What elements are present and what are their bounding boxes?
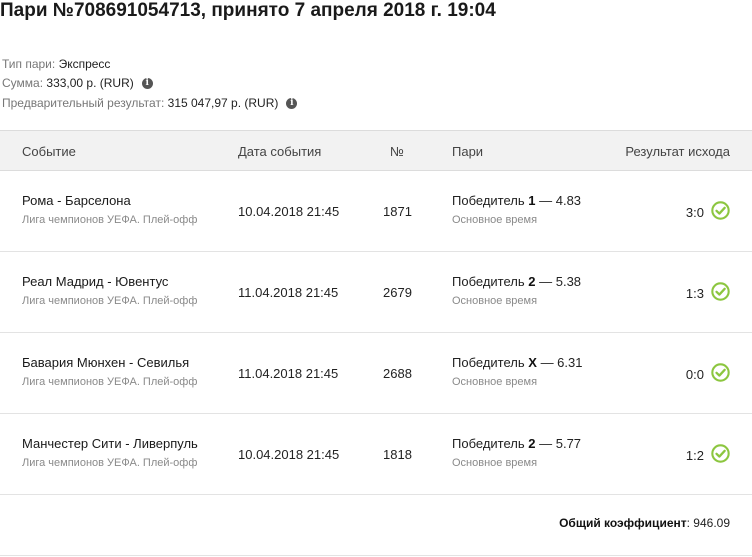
prelim-result-row: Предварительный результат: 315 047,97 р.…	[2, 96, 298, 110]
column-header-event: Событие	[22, 144, 76, 159]
event-league: Лига чемпионов УЕФА. Плей-офф	[22, 376, 198, 388]
check-circle-icon	[711, 444, 730, 463]
bet-odds: — 4.83	[539, 193, 582, 208]
check-circle-icon	[711, 363, 730, 382]
event-name: Реал Мадрид - Ювентус	[22, 274, 169, 289]
bet-type-value: Экспресс	[58, 57, 111, 71]
result-score: 0:0	[685, 367, 704, 382]
info-icon[interactable]: i	[141, 77, 153, 89]
event-league: Лига чемпионов УЕФА. Плей-офф	[22, 214, 198, 226]
bet-events-table: Событие Дата события № Пари Результат ис…	[0, 130, 752, 495]
event-date: 11.04.2018 21:45	[238, 285, 339, 300]
bet-type-row: Тип пари: Экспресс	[2, 57, 110, 71]
bet-odds: — 6.31	[540, 355, 583, 370]
bet-selection: Победитель X — 6.31	[452, 355, 582, 370]
table-row: Бавария Мюнхен - Севилья Лига чемпионов …	[0, 333, 752, 414]
event-date: 11.04.2018 21:45	[238, 366, 339, 381]
bet-selection: Победитель 2 — 5.38	[452, 274, 581, 289]
table-row: Манчестер Сити - Ливерпуль Лига чемпионо…	[0, 414, 752, 495]
total-coefficient: Общий коэффициент: 946.09	[559, 516, 730, 530]
column-header-bet: Пари	[452, 144, 484, 159]
bet-prefix: Победитель	[452, 193, 525, 208]
check-circle-icon	[711, 282, 730, 301]
bet-period: Основное время	[452, 376, 538, 388]
bet-outcome: X	[528, 355, 537, 370]
bet-outcome: 2	[528, 436, 536, 451]
bet-odds: — 5.77	[539, 436, 582, 451]
bet-prefix: Победитель	[452, 436, 525, 451]
bet-period: Основное время	[452, 214, 538, 226]
event-name: Рома - Барселона	[22, 193, 131, 208]
event-number: 1871	[383, 204, 412, 219]
info-icon[interactable]: i	[286, 97, 298, 109]
event-date: 10.04.2018 21:45	[238, 204, 340, 219]
column-header-number: №	[390, 144, 404, 159]
event-league: Лига чемпионов УЕФА. Плей-офф	[22, 295, 198, 307]
bet-prefix: Победитель	[452, 355, 525, 370]
event-number: 2688	[383, 366, 412, 381]
page-title: Пари №708691054713, принято 7 апреля 201…	[0, 0, 496, 21]
bet-sum-label: Сумма:	[2, 76, 44, 90]
bet-odds: — 5.38	[539, 274, 582, 289]
table-row: Реал Мадрид - Ювентус Лига чемпионов УЕФ…	[0, 252, 752, 333]
result-score: 3:0	[685, 205, 704, 220]
column-header-date: Дата события	[238, 144, 322, 159]
event-league: Лига чемпионов УЕФА. Плей-офф	[22, 457, 198, 469]
bet-type-label: Тип пари:	[2, 57, 56, 71]
bet-sum-row: Сумма: 333,00 р. (RUR) i	[2, 76, 153, 90]
bet-prefix: Победитель	[452, 274, 525, 289]
column-header-result: Результат исхода	[625, 144, 730, 159]
table-header: Событие Дата события № Пари Результат ис…	[0, 130, 752, 171]
event-date: 10.04.2018 21:45	[238, 447, 340, 462]
prelim-result-value: 315 047,97 р. (RUR)	[167, 96, 279, 110]
table-row: Рома - Барселона Лига чемпионов УЕФА. Пл…	[0, 171, 752, 252]
event-number: 2679	[383, 285, 412, 300]
event-name: Бавария Мюнхен - Севилья	[22, 355, 190, 370]
bet-outcome: 2	[528, 274, 536, 289]
total-coefficient-label: Общий коэффициент	[559, 516, 687, 530]
result-score: 1:3	[685, 286, 704, 301]
check-circle-icon	[711, 201, 730, 220]
event-number: 1818	[383, 447, 412, 462]
result-score: 1:2	[685, 448, 704, 463]
bet-period: Основное время	[452, 295, 538, 307]
bet-outcome: 1	[528, 193, 536, 208]
bet-period: Основное время	[452, 457, 538, 469]
event-name: Манчестер Сити - Ливерпуль	[22, 436, 198, 451]
bet-selection: Победитель 1 — 4.83	[452, 193, 581, 208]
divider	[0, 555, 752, 556]
prelim-result-label: Предварительный результат:	[2, 96, 165, 110]
bet-sum-value: 333,00 р. (RUR)	[46, 76, 134, 90]
total-coefficient-value: : 946.09	[686, 516, 730, 530]
bet-selection: Победитель 2 — 5.77	[452, 436, 581, 451]
